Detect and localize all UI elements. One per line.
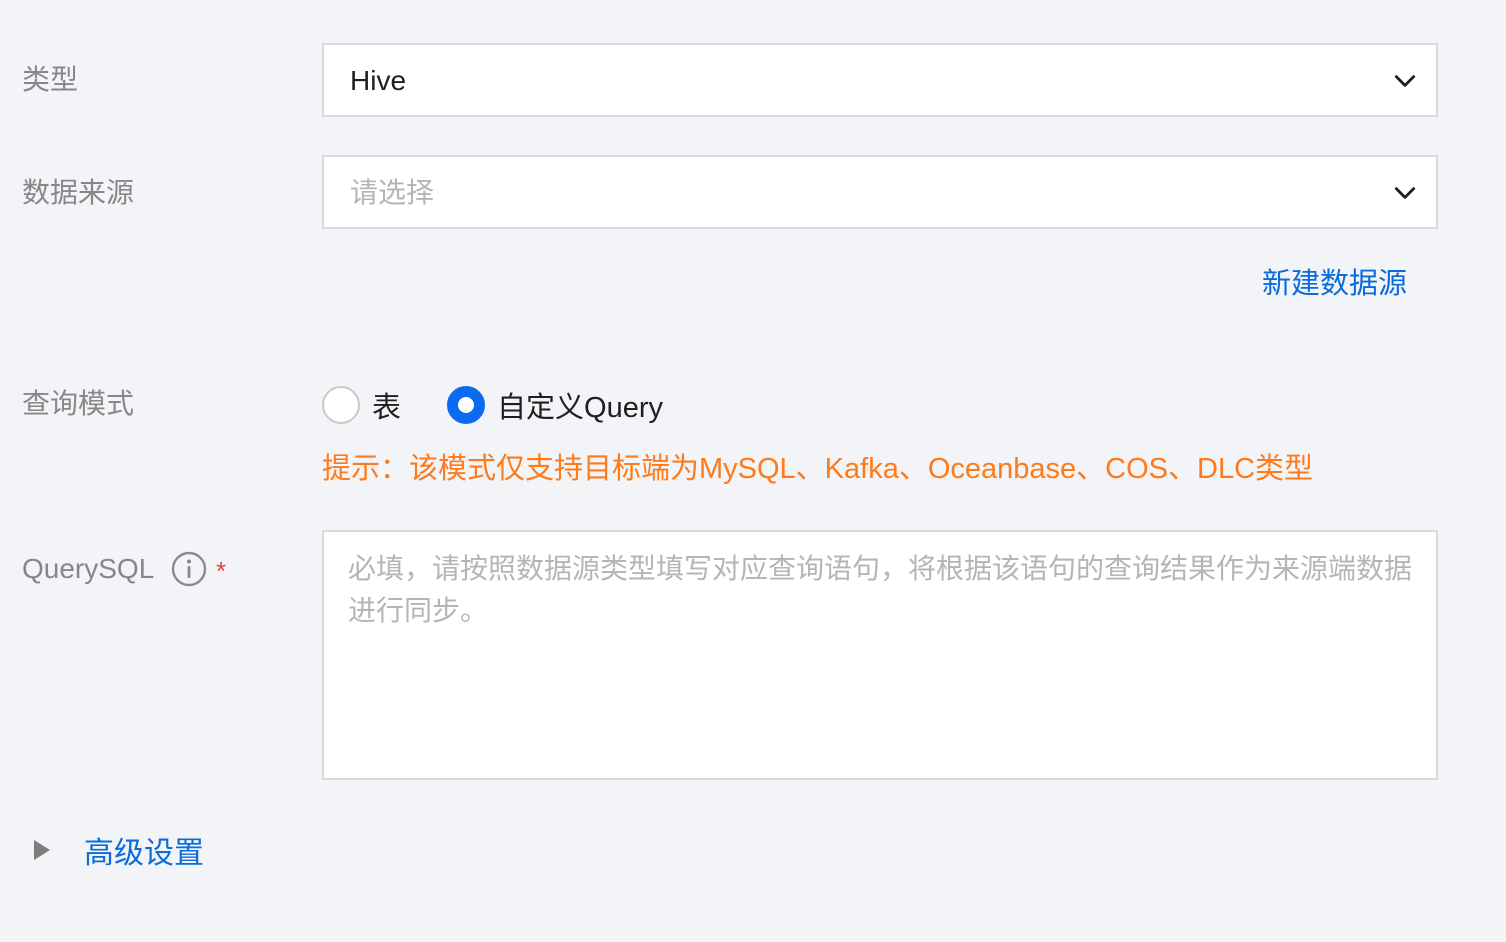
radio-unchecked-icon [322,386,360,424]
querysql-placeholder: 必填，请按照数据源类型填写对应查询语句，将根据该语句的查询结果作为来源端数据进行… [348,553,1413,626]
radio-table-label: 表 [372,392,402,424]
type-label: 类型 [22,64,79,95]
caret-right-icon [34,840,50,860]
querysql-textarea[interactable]: 必填，请按照数据源类型填写对应查询语句，将根据该语句的查询结果作为来源端数据进行… [322,530,1438,780]
required-mark: * [216,556,227,586]
advanced-settings-label: 高级设置 [84,837,204,870]
querysql-label: QuerySQL [22,553,155,584]
type-select[interactable]: Hive [322,43,1438,117]
query-mode-radio-group: 表 自定义Query [322,384,663,426]
query-mode-label: 查询模式 [22,388,135,419]
new-data-source-link[interactable]: 新建数据源 [1262,260,1407,302]
chevron-down-icon [1394,75,1416,87]
source-select[interactable]: 请选择 [322,155,1438,229]
query-mode-hint: 提示：该模式仅支持目标端为MySQL、Kafka、Oceanbase、COS、D… [322,453,1314,485]
type-select-value: Hive [350,65,407,96]
radio-table[interactable]: 表 [322,384,401,426]
info-icon[interactable] [171,551,207,587]
source-label: 数据来源 [22,177,135,208]
radio-custom-query[interactable]: 自定义Query [447,384,663,426]
chevron-down-icon [1394,187,1416,199]
radio-checked-icon [447,386,486,424]
advanced-settings-toggle[interactable]: 高级设置 [28,828,204,872]
source-select-placeholder: 请选择 [350,177,435,208]
radio-custom-query-label: 自定义Query [497,392,663,424]
